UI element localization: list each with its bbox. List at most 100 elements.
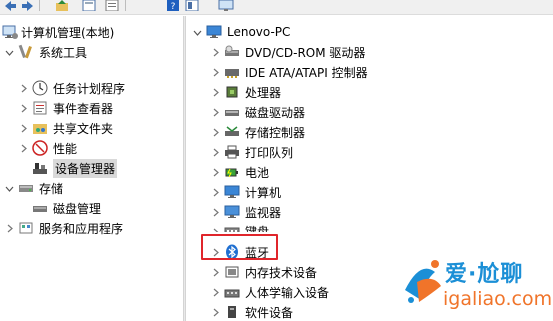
device-category-label: 存储控制器 <box>245 125 306 140</box>
device-category-row[interactable]: 内存技术设备 <box>210 262 317 282</box>
tree-item-task-scheduler[interactable]: 任务计划程序 <box>18 78 125 98</box>
computer-icon <box>206 24 222 40</box>
battery-icon <box>224 164 240 180</box>
chevron-right-icon[interactable] <box>210 102 220 122</box>
chevron-right-icon[interactable] <box>18 138 28 158</box>
event-viewer-icon <box>32 100 48 116</box>
tree-item-computer-name[interactable]: Lenovo-PC <box>192 22 290 42</box>
storage-icon <box>18 180 34 196</box>
chevron-right-icon[interactable] <box>18 118 28 138</box>
tree-item-label: 任务计划程序 <box>53 81 126 96</box>
scan-hardware-icon[interactable] <box>218 0 234 11</box>
device-category-row[interactable]: 人体学输入设备 <box>210 282 329 302</box>
storage-controller-icon <box>224 124 240 140</box>
disk-management-icon <box>32 200 48 216</box>
chevron-right-icon[interactable] <box>210 222 220 232</box>
device-category-row[interactable]: 键盘 <box>210 222 269 232</box>
chevron-right-icon[interactable] <box>210 262 220 282</box>
tree-item-device-manager[interactable]: 设备管理器 <box>32 158 118 178</box>
device-manager-icon <box>32 160 48 176</box>
device-category-label: 监视器 <box>245 205 282 220</box>
tree-item-label: Lenovo-PC <box>227 25 291 39</box>
tree-item-label: 共享文件夹 <box>53 121 114 136</box>
device-category-row[interactable]: 磁盘驱动器 <box>210 102 305 122</box>
highlight-box <box>201 234 278 260</box>
tree-item-storage[interactable]: 存储 <box>4 178 63 198</box>
tree-item-label: 存储 <box>39 181 64 196</box>
chevron-right-icon[interactable] <box>210 182 220 202</box>
performance-icon <box>32 140 48 156</box>
watermark-name: 爱·尬聊 <box>445 262 524 287</box>
toolbar-separator <box>38 0 42 11</box>
chevron-right-icon[interactable] <box>210 202 220 222</box>
monitor-icon <box>224 204 240 220</box>
tree-item-root[interactable]: 计算机管理(本地) <box>2 22 114 42</box>
hid-icon <box>224 284 240 300</box>
device-category-label: DVD/CD-ROM 驱动器 <box>245 45 366 60</box>
device-category-row[interactable]: 存储控制器 <box>210 122 305 142</box>
chevron-right-icon[interactable] <box>4 218 14 238</box>
up-folder-icon[interactable] <box>55 0 69 11</box>
device-category-row[interactable]: 打印队列 <box>210 142 293 162</box>
chevron-right-icon[interactable] <box>210 42 220 62</box>
chevron-right-icon[interactable] <box>210 82 220 102</box>
tools-icon <box>18 44 34 60</box>
software-device-icon <box>224 304 240 320</box>
chevron-right-icon[interactable] <box>210 142 220 162</box>
tree-item-shared-folders[interactable]: 共享文件夹 <box>18 118 113 138</box>
tree-item-label: 计算机管理(本地) <box>21 25 115 40</box>
tree-item-disk-management[interactable]: 磁盘管理 <box>32 198 101 218</box>
processor-icon <box>224 84 240 100</box>
forward-icon[interactable] <box>21 0 35 11</box>
chevron-down-icon[interactable] <box>4 178 14 198</box>
svg-text:?: ? <box>171 2 176 11</box>
watermark: 爱·尬聊 igaliao.com <box>395 250 553 315</box>
chevron-right-icon[interactable] <box>18 78 28 98</box>
device-category-label: 人体学输入设备 <box>245 285 330 300</box>
console-tree: 计算机管理(本地) 系统工具 任务计划程序 事件查看器 共享文件夹 性能 设备管… <box>0 16 183 321</box>
tree-item-system-tools[interactable]: 系统工具 <box>4 42 87 62</box>
ide-controller-icon <box>224 64 240 80</box>
tree-item-label: 服务和应用程序 <box>39 221 124 236</box>
tree-item-label: 性能 <box>53 141 78 156</box>
tree-item-services-apps[interactable]: 服务和应用程序 <box>4 218 123 238</box>
show-hide-icon[interactable] <box>185 0 199 12</box>
keyboard-icon <box>224 224 240 232</box>
chevron-right-icon[interactable] <box>210 302 220 321</box>
device-category-row[interactable]: 计算机 <box>210 182 281 202</box>
device-category-label: 内存技术设备 <box>245 265 318 280</box>
device-category-row[interactable]: 软件设备 <box>210 302 293 321</box>
chevron-down-icon[interactable] <box>4 42 14 62</box>
device-category-label: 键盘 <box>245 225 270 232</box>
tree-item-label: 事件查看器 <box>53 101 114 116</box>
disk-drive-icon <box>224 104 240 120</box>
device-category-label: 软件设备 <box>245 305 294 320</box>
device-category-row[interactable]: 处理器 <box>210 82 281 102</box>
chevron-down-icon[interactable] <box>192 22 202 42</box>
shared-folder-icon <box>32 120 48 136</box>
back-icon[interactable] <box>3 0 17 11</box>
services-icon <box>18 220 34 236</box>
device-category-label: 打印队列 <box>245 145 294 160</box>
properties-icon[interactable] <box>105 0 119 12</box>
chevron-right-icon[interactable] <box>210 62 220 82</box>
device-category-label: 计算机 <box>245 185 282 200</box>
device-category-row[interactable]: DVD/CD-ROM 驱动器 <box>210 42 365 62</box>
chevron-right-icon[interactable] <box>210 282 220 302</box>
device-category-label: 处理器 <box>245 85 282 100</box>
device-category-row[interactable]: 监视器 <box>210 202 281 222</box>
chevron-right-icon[interactable] <box>210 122 220 142</box>
printer-icon <box>224 144 240 160</box>
console-tree-icon[interactable] <box>82 0 96 12</box>
device-category-row[interactable]: IDE ATA/ATAPI 控制器 <box>210 62 368 82</box>
dvd-drive-icon <box>224 44 240 60</box>
help-icon[interactable]: ? <box>166 0 180 12</box>
chevron-right-icon[interactable] <box>18 98 28 118</box>
tree-item-performance[interactable]: 性能 <box>18 138 77 158</box>
memory-device-icon <box>224 264 240 280</box>
watermark-url: igaliao.com <box>443 288 553 310</box>
tree-item-event-viewer[interactable]: 事件查看器 <box>18 98 113 118</box>
device-category-row[interactable]: 电池 <box>210 162 269 182</box>
toolbar-separator-2 <box>124 0 128 11</box>
chevron-right-icon[interactable] <box>210 162 220 182</box>
